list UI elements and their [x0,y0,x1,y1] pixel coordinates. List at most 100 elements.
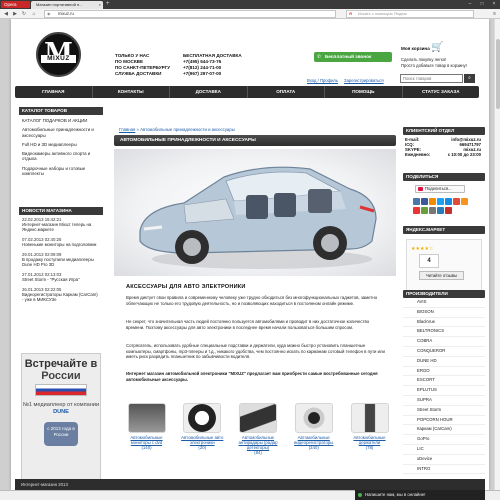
news-item[interactable]: 26.01.2013 02:22:05 Видеорегистраторы Кар… [19,285,103,305]
cart-title[interactable]: Моя корзина [401,46,430,51]
new-tab-icon[interactable]: + [106,1,110,8]
subcategory-card[interactable]: Автомобильные мониторы с dvd (140) [123,403,170,463]
brand-link[interactable]: INTRO [403,465,485,475]
nav-delivery[interactable]: ДОСТАВКА [170,86,248,98]
google-plus-icon[interactable] [453,198,460,205]
scrollbar-thumb[interactable] [496,39,500,109]
yandex-share-icon[interactable] [413,207,420,214]
odnoklassniki-icon[interactable] [429,198,436,205]
brand-link[interactable]: BlackVue [403,318,485,328]
cart-icon[interactable]: 🛒 [431,42,445,53]
nav-help[interactable]: ПОМОЩЬ [325,86,403,98]
news-item[interactable]: 07.02.2013 02:40:25 Новенькие мониторы на… [19,235,103,250]
minimize-icon[interactable]: – [464,0,476,8]
intro-paragraph: Время диктует свои правила и современном… [126,295,378,306]
subcategory-label[interactable]: Автомобильные мониторы с dvd [123,435,170,445]
login-link[interactable]: Вход / Профиль [307,78,338,83]
free-call-button[interactable]: ✆ Бесплатный звонок [314,52,392,62]
brand-link[interactable]: GoPro [403,435,485,445]
yandex-icon: Я [349,11,352,16]
share-button[interactable]: Поделиться... [415,185,465,193]
linkedin-icon[interactable] [437,207,444,214]
page-scrollbar[interactable] [494,19,500,490]
more-share-icon[interactable] [429,207,436,214]
facebook-icon[interactable] [421,198,428,205]
brand-link[interactable]: LIC [403,445,485,455]
subcategory-card[interactable]: Автомобильные антирадары (радар детектор… [235,403,282,463]
nav-order-status[interactable]: СТАТУС ЗАКАЗА [403,86,480,98]
subcategory-label[interactable]: Автомобильные видеорегистраторы [290,435,337,445]
brand-link[interactable]: POPCORN HOUR [403,416,485,426]
site-search-input[interactable]: Поиск товаров [400,74,463,83]
reload-icon[interactable]: ↻ [20,10,28,18]
nav-contacts[interactable]: КОНТАКТЫ [93,86,170,98]
livejournal-icon[interactable] [461,198,468,205]
youtube-icon[interactable] [445,207,452,214]
blogger-icon[interactable] [421,207,428,214]
catalog-item[interactable]: Подарочные наборы и готовые комплекты [19,165,103,180]
dune-promo-banner[interactable]: Встречайте в России №1 медиаплеер от ком… [21,353,101,485]
dashcam-image[interactable] [294,403,333,433]
nav-home[interactable]: ГЛАВНАЯ [15,86,93,98]
news-text[interactable]: Интернет-магазин Mixuz теперь на Яндекс.… [22,222,100,232]
site-logo[interactable]: M MIXUZ [36,32,81,77]
brand-link[interactable]: ERGO [403,367,485,377]
subcategory-label[interactable]: Автомобильные держатели [346,435,393,445]
search-icon[interactable]: ⌕ [464,74,475,83]
brand-link[interactable]: CONQUEROR [403,347,485,357]
catalog-item[interactable]: Full HD и 3D медиаплееры [19,141,103,150]
catalog-item[interactable]: КАТАЛОГ ПОДАРКОВ И АКЦИИ [19,117,103,126]
subcategory-label[interactable]: Автомобильные антирадары (радар детектор… [235,435,282,450]
nav-payment[interactable]: ОПЛАТА [248,86,325,98]
brand-link[interactable]: BELTRONICS [403,327,485,338]
news-item[interactable]: 22.02.2013 15:42:21 Интернет-магазин Mixu… [19,215,103,235]
forward-icon[interactable]: ▶ [11,10,19,18]
url-input[interactable]: ◉ mixuz.ru [44,10,336,18]
site-info-icon[interactable]: ◉ [47,11,51,17]
charger-image[interactable] [183,403,222,433]
mailru-icon[interactable] [445,198,452,205]
close-tab-icon[interactable]: × [99,1,101,9]
news-item[interactable]: 29.01.2013 02:09:09 В продажу поступили м… [19,250,103,270]
brand-link[interactable]: Street Storm [403,406,485,416]
catalog-item[interactable]: Автомобильные принадлежности и аксессуар… [19,126,103,141]
news-text[interactable]: Видеорегистраторы Каркам (CarCam) - уже … [22,292,100,302]
brand-link[interactable]: BIOSON [403,308,485,318]
subcategory-card[interactable]: Автомобильные держатели (78) [346,403,393,463]
brand-link[interactable]: EPLUTUS [403,386,485,396]
subcategory-card[interactable]: Автомобильные авто электроники (20) [179,403,226,463]
vk-icon[interactable] [413,198,420,205]
opera-menu-button[interactable]: Opera [1,1,30,8]
back-icon[interactable]: ◀ [2,10,10,18]
news-text[interactable]: В продажу поступили медиаплееры Dune HD … [22,257,100,267]
brand-link[interactable]: Каркам (CarCam) [403,425,485,436]
subcategory-count: (20) [198,445,207,450]
browser-search-input[interactable]: Я Искать с помощью Яндекс [346,10,474,18]
monitor-image[interactable] [127,403,166,433]
brand-link[interactable]: DUNE HD [403,357,485,367]
twitter-icon[interactable] [437,198,444,205]
brand-link[interactable]: xDevice [403,455,485,465]
catalog-item[interactable]: Видеокамеры активного спорта и отдыха [19,150,103,165]
news-text[interactable]: Новенькие мониторы на подголовник [22,242,100,247]
home-icon[interactable]: ⌂ [30,10,38,18]
close-window-icon[interactable]: × [488,0,500,8]
subcategory-label[interactable]: Автомобильные авто электроники [179,435,226,445]
maximize-icon[interactable]: □ [476,0,488,8]
news-item[interactable]: 27.01.2013 02:13:03 Street Storm - "Русск… [19,270,103,285]
brand-link[interactable]: AVIS [403,298,485,308]
holder-image[interactable] [350,403,389,433]
radar-detector-image[interactable] [239,403,277,433]
breadcrumb-home[interactable]: Главная [119,127,135,132]
browser-menu-icon[interactable]: ≡ [493,10,496,18]
subcategory-card[interactable]: Автомобильные видеорегистраторы (240) [290,403,337,463]
read-reviews-button[interactable]: Читайте отзывы [419,271,464,280]
brand-link[interactable]: SUPRA [403,396,485,406]
news-text[interactable]: Street Storm - "Русская Игра" [22,277,100,282]
online-chat-button[interactable]: Напишите нам, мы в онлайне! [355,490,485,500]
brand-link[interactable]: COBRA [403,337,485,347]
register-link[interactable]: Зарегистрироваться [344,78,384,83]
brand-link[interactable]: ESCORT [403,376,485,387]
browser-tab[interactable]: Магазин портативной н... × [31,1,103,9]
market-widget[interactable]: ★★★★☆ 4 Читайте отзывы [406,239,482,291]
